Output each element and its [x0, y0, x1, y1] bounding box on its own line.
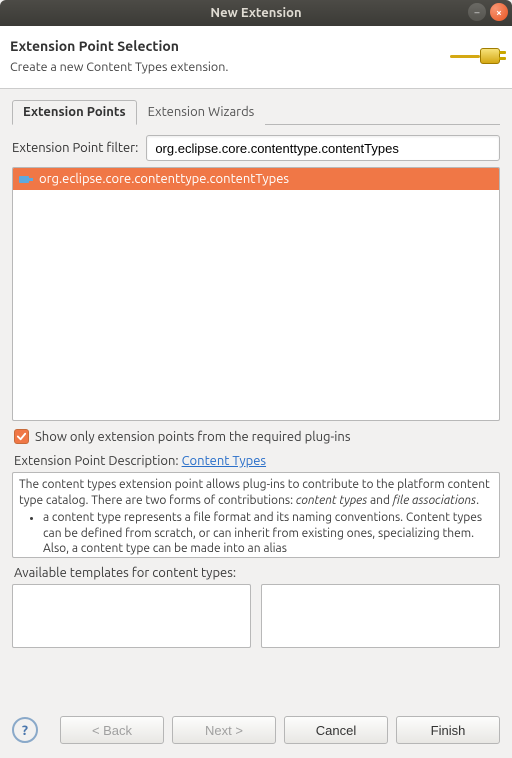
wizard-header-text: Extension Point Selection Create a new C…	[0, 26, 444, 88]
required-only-row: Show only extension points from the requ…	[14, 429, 498, 444]
window-controls: – ×	[468, 3, 508, 21]
description-link[interactable]: Content Types	[182, 454, 266, 468]
templates-list-right[interactable]	[261, 584, 500, 648]
minimize-button[interactable]: –	[468, 3, 486, 21]
plug-icon	[444, 26, 512, 88]
help-button[interactable]: ?	[12, 717, 38, 743]
wizard-header: Extension Point Selection Create a new C…	[0, 26, 512, 89]
filter-input[interactable]	[146, 135, 500, 161]
back-button[interactable]: < Back	[60, 716, 164, 744]
close-button[interactable]: ×	[490, 3, 508, 21]
tab-bar: Extension Points Extension Wizards	[12, 99, 500, 125]
description-bullet: a content type represents a file format …	[43, 510, 493, 557]
required-only-checkbox[interactable]	[14, 429, 29, 444]
tab-extension-points[interactable]: Extension Points	[12, 100, 137, 125]
finish-button[interactable]: Finish	[396, 716, 500, 744]
templates-list-left[interactable]	[12, 584, 251, 648]
cancel-button[interactable]: Cancel	[284, 716, 388, 744]
next-button[interactable]: Next >	[172, 716, 276, 744]
titlebar: New Extension – ×	[0, 0, 512, 26]
extension-points-list[interactable]: org.eclipse.core.contenttype.contentType…	[12, 167, 500, 421]
templates-label: Available templates for content types:	[14, 566, 500, 580]
page-subtitle: Create a new Content Types extension.	[10, 60, 434, 74]
list-item[interactable]: org.eclipse.core.contenttype.contentType…	[13, 168, 499, 190]
list-item-label: org.eclipse.core.contenttype.contentType…	[39, 172, 289, 186]
wizard-footer: ? < Back Next > Cancel Finish	[0, 706, 512, 758]
page-title: Extension Point Selection	[10, 38, 434, 54]
window-title: New Extension	[210, 6, 301, 20]
required-only-label: Show only extension points from the requ…	[35, 430, 351, 444]
filter-row: Extension Point filter:	[12, 135, 500, 161]
tab-extension-wizards[interactable]: Extension Wizards	[137, 100, 266, 125]
filter-label: Extension Point filter:	[12, 141, 138, 155]
description-label: Extension Point Description: Content Typ…	[14, 454, 500, 468]
extension-point-icon	[19, 173, 33, 185]
templates-row	[12, 584, 500, 648]
description-box[interactable]: The content types extension point allows…	[12, 472, 500, 558]
